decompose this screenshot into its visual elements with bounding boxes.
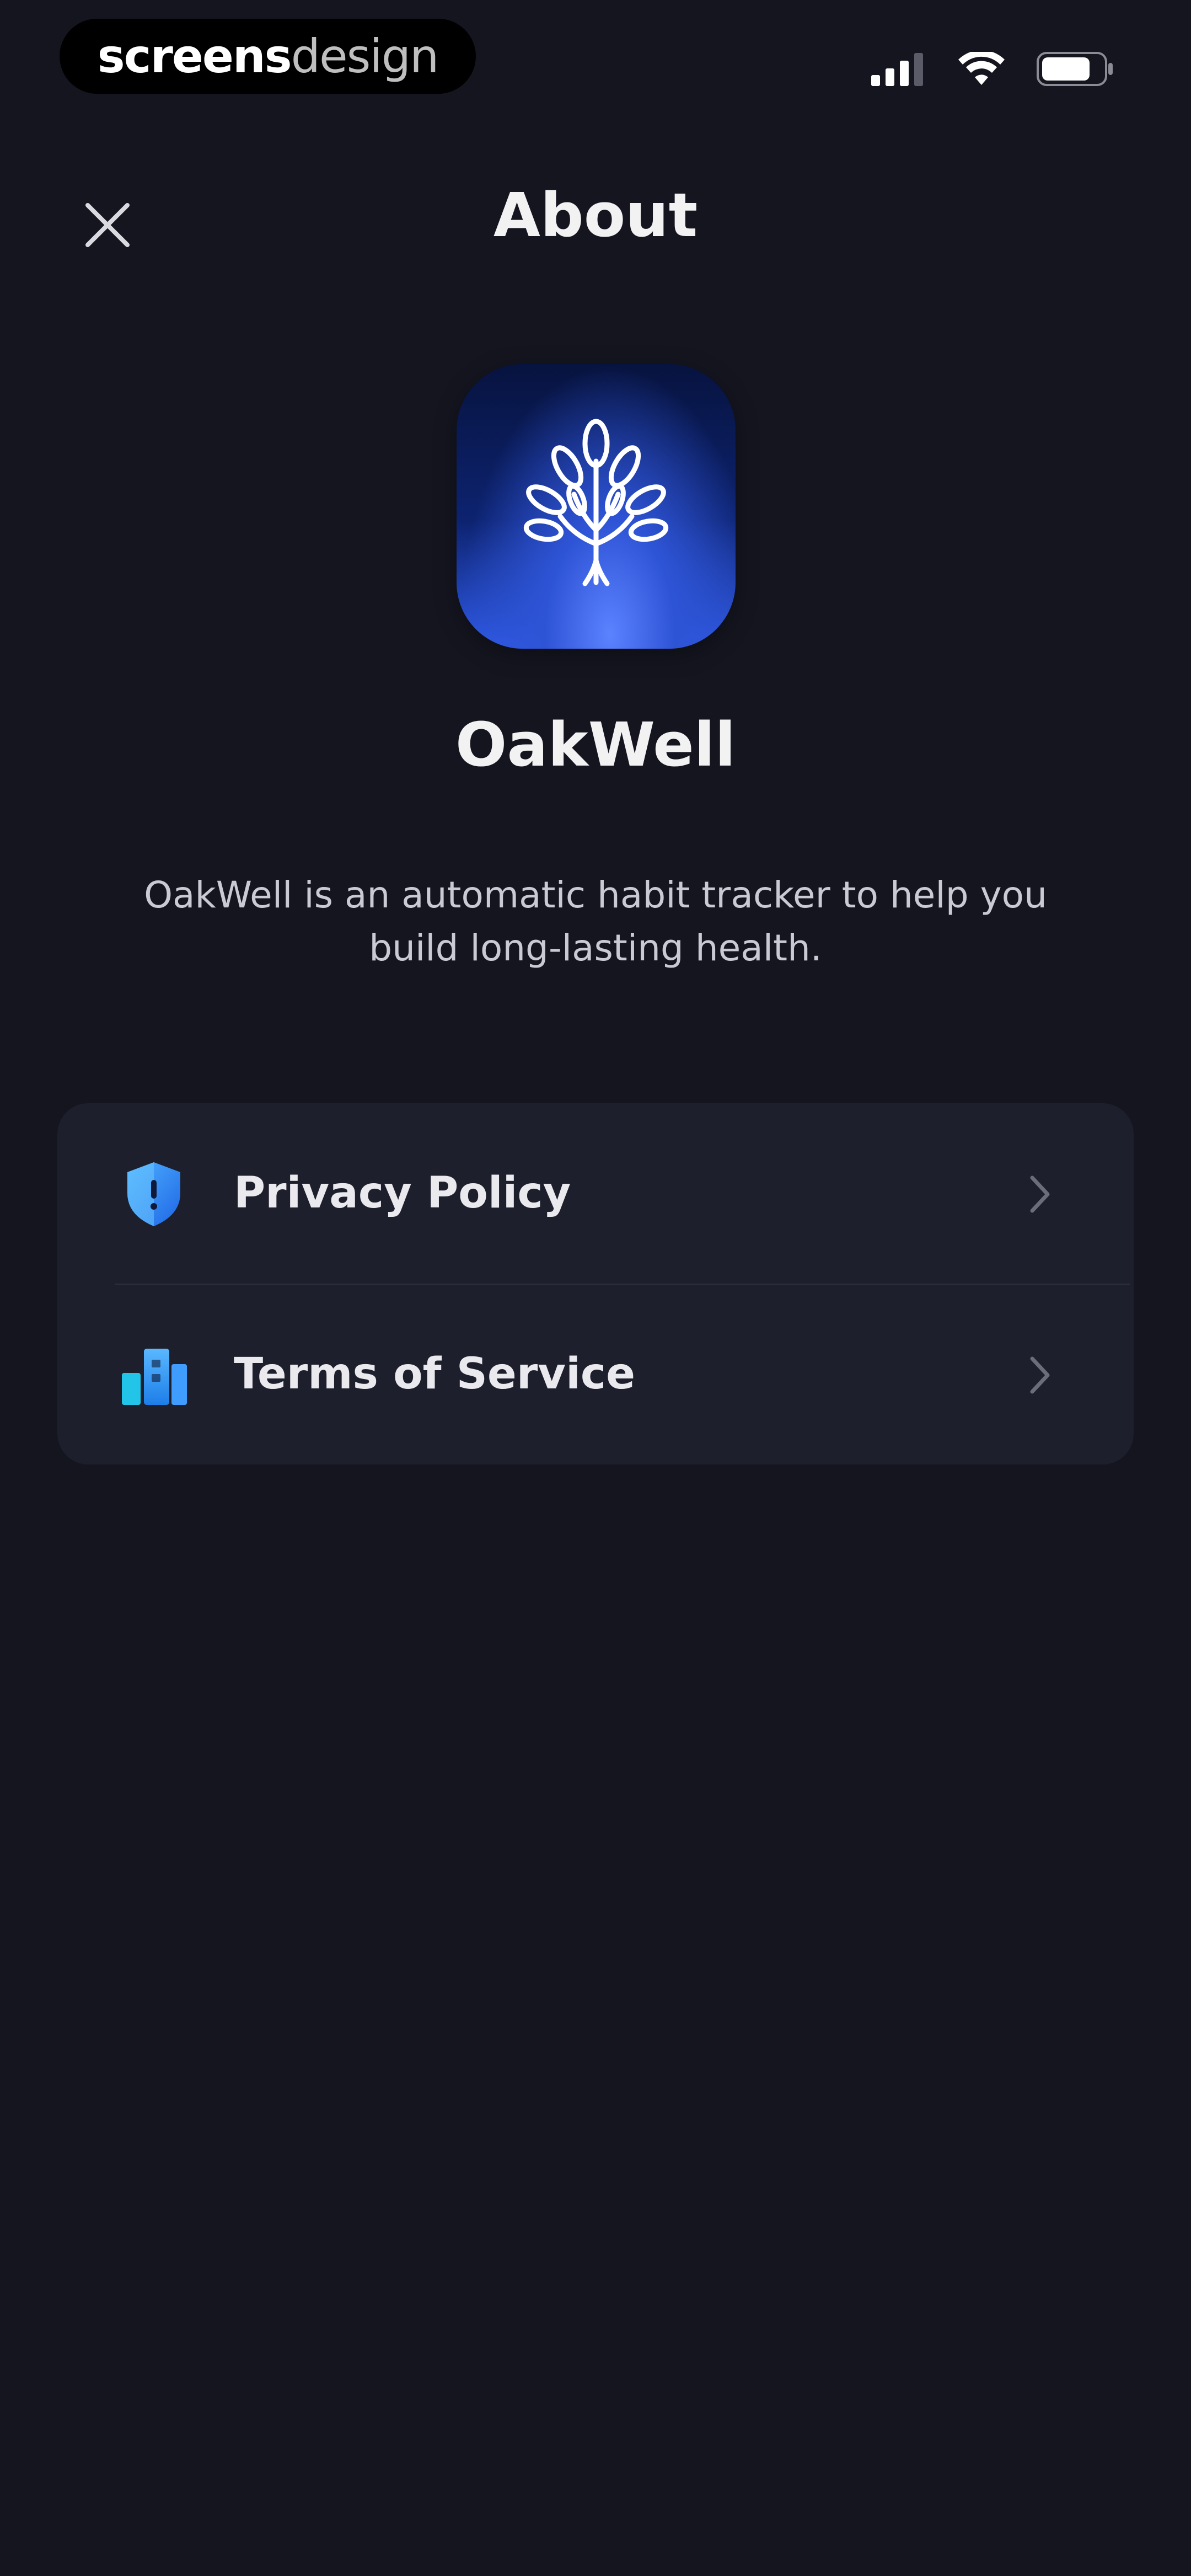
app-name: OakWell [455, 709, 736, 780]
chevron-right-icon [1018, 1169, 1062, 1219]
wifi-icon [958, 52, 1005, 86]
tree-icon [502, 411, 690, 601]
shield-icon [118, 1158, 190, 1230]
close-button[interactable] [66, 185, 149, 268]
battery-icon [1037, 51, 1114, 87]
page-title: About [493, 180, 698, 250]
status-bar: screensdesign [0, 0, 1191, 127]
watermark-badge: screensdesign [60, 19, 476, 94]
close-icon [84, 202, 131, 250]
watermark-light: design [291, 29, 439, 83]
watermark-bold: screens [97, 29, 292, 83]
privacy-policy-row[interactable]: Privacy Policy [57, 1103, 1134, 1285]
links-card: Privacy Policy Terms of Service [57, 1103, 1134, 1465]
header: About [0, 160, 1191, 270]
terms-of-service-row[interactable]: Terms of Service [57, 1284, 1134, 1465]
cellular-signal-icon [871, 52, 926, 86]
buildings-icon [118, 1339, 190, 1411]
app-description: OakWell is an automatic habit tracker to… [144, 874, 1047, 969]
chevron-right-icon [1018, 1350, 1062, 1400]
status-icons [871, 50, 1114, 88]
terms-of-service-label: Terms of Service [234, 1349, 636, 1399]
watermark-text: screensdesign [97, 29, 439, 83]
privacy-policy-label: Privacy Policy [234, 1168, 571, 1218]
app-icon [457, 364, 736, 649]
